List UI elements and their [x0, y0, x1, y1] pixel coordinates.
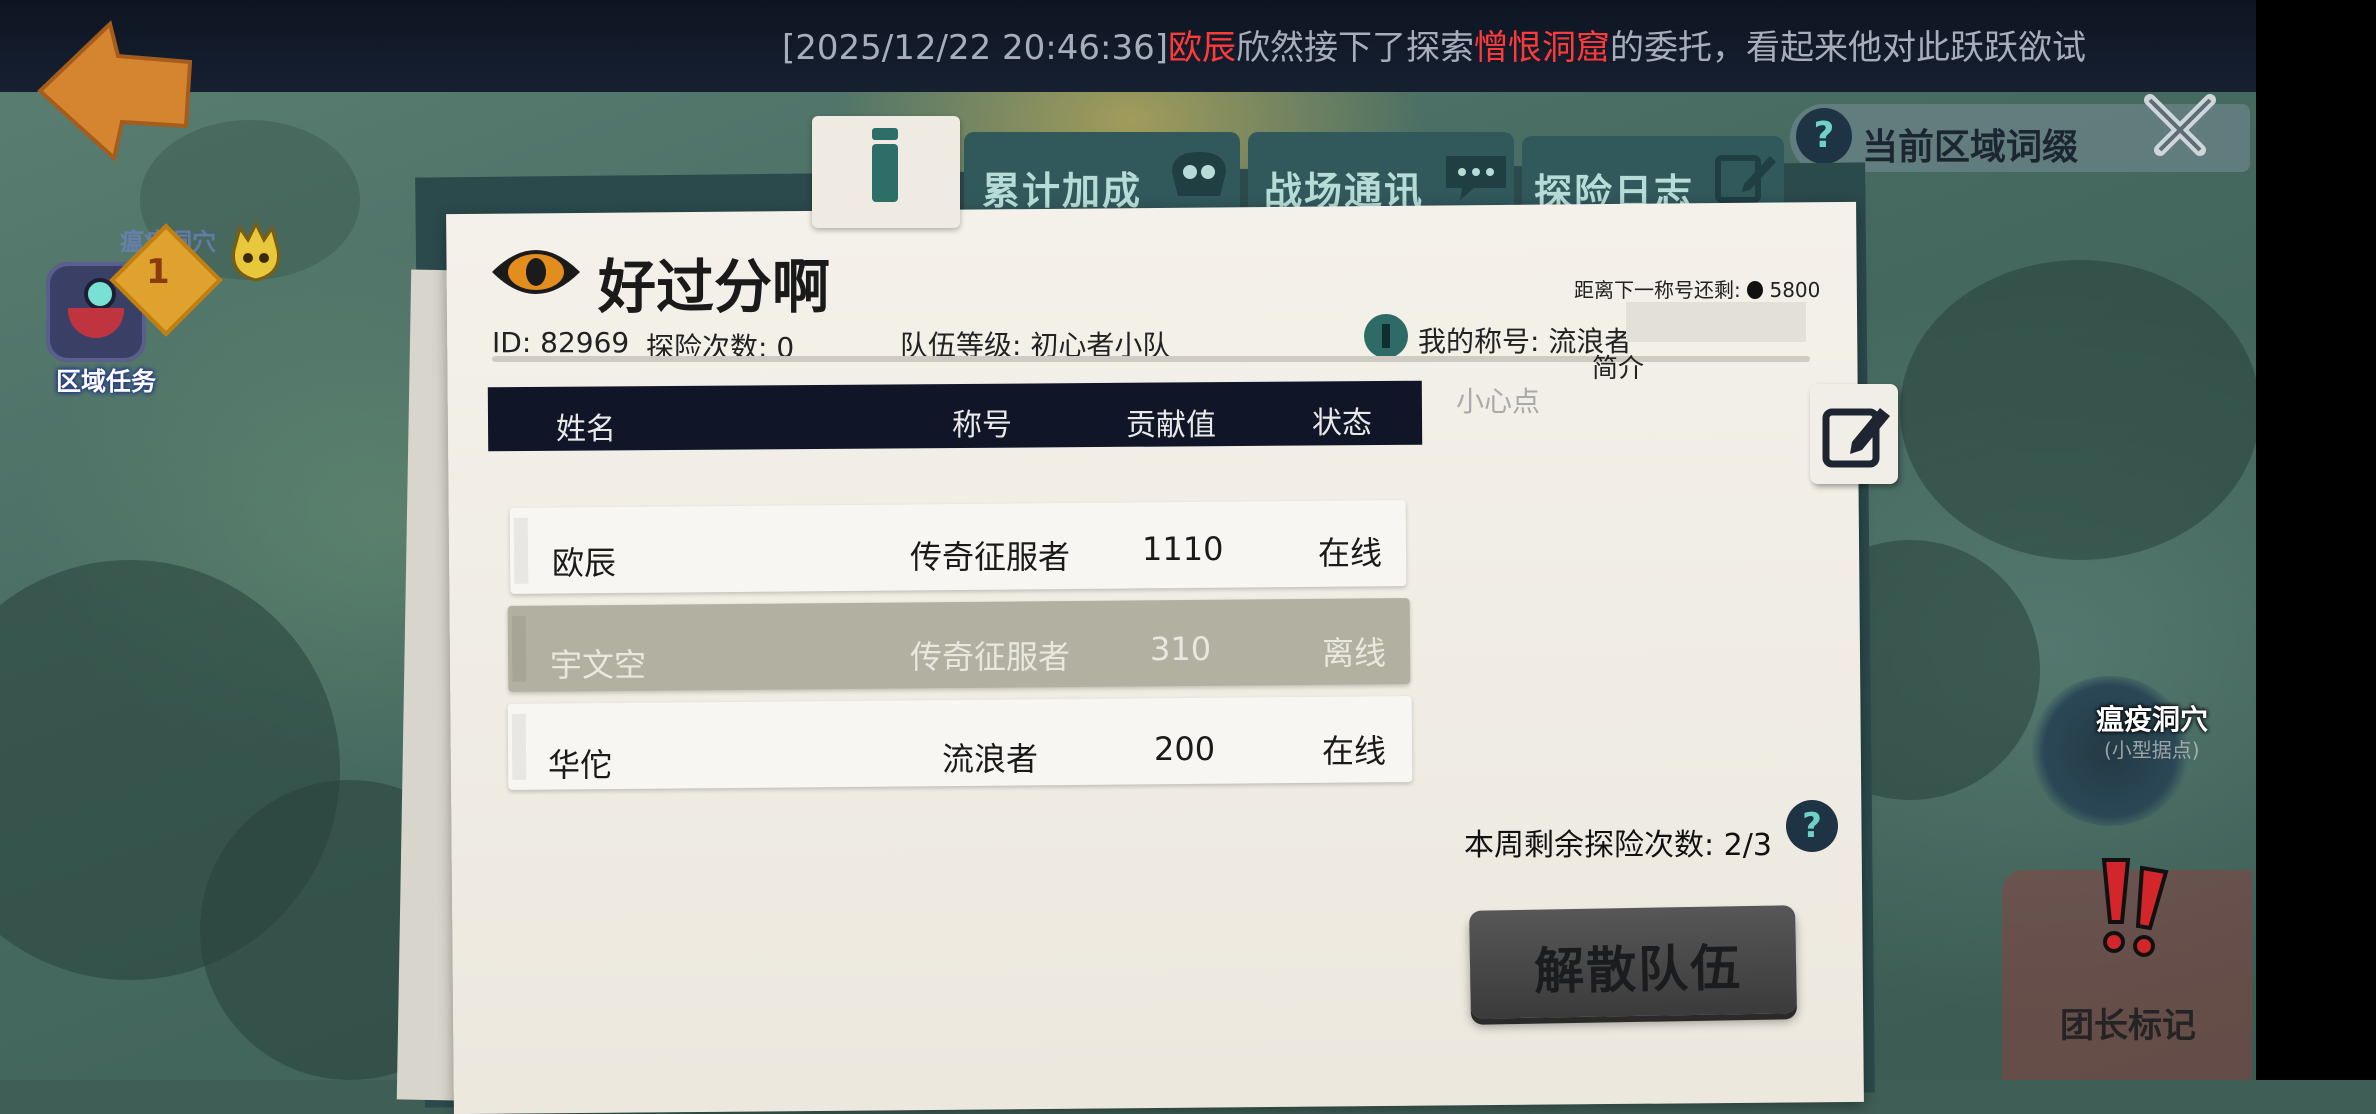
leader-mark-label: 团长标记 — [2060, 1006, 2196, 1046]
weekly-remaining-value: 2/3 — [1723, 828, 1772, 863]
notice-text: [2025/12/22 20:46:36]欧辰欣然接下了探索憎恨洞窟的委托，看起… — [782, 20, 2086, 69]
monster-mouth-icon — [68, 308, 124, 338]
back-arrow-icon — [37, 20, 193, 162]
exclamation-icon — [2101, 858, 2169, 957]
region-quest-label: 区域任务 — [56, 367, 157, 396]
help-icon[interactable]: ? — [1786, 800, 1838, 852]
plague-cave-label: 瘟疫洞穴 — [2096, 703, 2209, 736]
edit-icon — [1822, 408, 1890, 468]
member-contribution: 310 — [1150, 630, 1212, 668]
edit-intro-button[interactable] — [1810, 384, 1898, 484]
skull-tab-icon — [1172, 152, 1226, 196]
member-status: 离线 — [1322, 634, 1387, 672]
currency-icon — [1747, 281, 1764, 299]
team-eye-icon — [492, 250, 580, 294]
area-affix-label: 当前区域词缀 — [1862, 127, 2079, 168]
help-icon[interactable]: ? — [1796, 108, 1852, 164]
skull-icon — [231, 220, 281, 282]
member-name: 宇文空 — [550, 646, 647, 684]
next-title-progress: 距离下一称号还剩: 5800 — [1574, 274, 1820, 303]
column-header-name: 姓名 — [556, 412, 616, 447]
title-field[interactable] — [1626, 302, 1806, 342]
tab-cumulative-bonus-label: 累计加成 — [982, 169, 1143, 213]
quest-count: 1 — [146, 252, 170, 292]
column-header-contribution: 贡献值 — [1126, 408, 1216, 443]
member-contribution: 200 — [1154, 730, 1216, 768]
notice-timestamp: [2025/12/22 20:46:36] — [781, 28, 1168, 68]
bg-foliage — [1900, 260, 2256, 560]
team-name: 好过分啊 — [598, 253, 831, 321]
member-status: 在线 — [1318, 534, 1383, 572]
member-contribution: 1110 — [1142, 530, 1224, 568]
pencil-log-icon — [1715, 155, 1776, 203]
intro-text: 小心点 — [1456, 385, 1541, 418]
column-header-status: 状态 — [1312, 406, 1372, 441]
monster-eye-icon — [84, 278, 116, 310]
info-icon-dot — [872, 128, 898, 140]
member-name: 欧辰 — [552, 544, 617, 582]
notice-text-part: 欣然接下了探索 — [1236, 28, 1474, 68]
chat-bubble-icon — [1446, 156, 1506, 200]
tab-team-info[interactable] — [812, 116, 960, 228]
column-header-title: 称号 — [952, 408, 1012, 443]
plague-cave-sublabel: (小型据点) — [2104, 738, 2200, 762]
notice-text-part: 的委托，看起来他对此跃跃欲试 — [1610, 28, 2086, 68]
member-title: 传奇征服者 — [910, 538, 1071, 576]
weekly-remaining-label: 本周剩余探险次数: — [1464, 828, 1715, 863]
member-name: 华佗 — [548, 746, 613, 784]
next-title-label: 距离下一称号还剩: — [1574, 278, 1741, 302]
member-status: 在线 — [1322, 732, 1387, 770]
screen-edge — [2256, 0, 2376, 1080]
info-icon — [872, 144, 898, 202]
member-title: 流浪者 — [942, 740, 1039, 778]
crossed-swords-icon — [2144, 94, 2216, 156]
disband-team-button[interactable]: 解散队伍 — [1469, 905, 1797, 1019]
title-info-icon[interactable] — [1364, 314, 1408, 358]
notice-bar: [2025/12/22 20:46:36]欧辰欣然接下了探索憎恨洞窟的委托，看起… — [0, 0, 2256, 92]
intro-label: 简介 — [1592, 354, 1645, 384]
next-title-value: 5800 — [1769, 278, 1821, 302]
notice-player[interactable]: 欧辰 — [1168, 28, 1236, 68]
member-title: 传奇征服者 — [910, 638, 1071, 676]
team-id: ID: 82969 — [492, 326, 630, 359]
back-button[interactable] — [30, 16, 200, 166]
notice-place[interactable]: 憎恨洞窟 — [1474, 28, 1610, 68]
weekly-remaining: 本周剩余探险次数: 2/3 — [1464, 820, 1772, 864]
disband-team-label: 解散队伍 — [1533, 939, 1743, 1001]
